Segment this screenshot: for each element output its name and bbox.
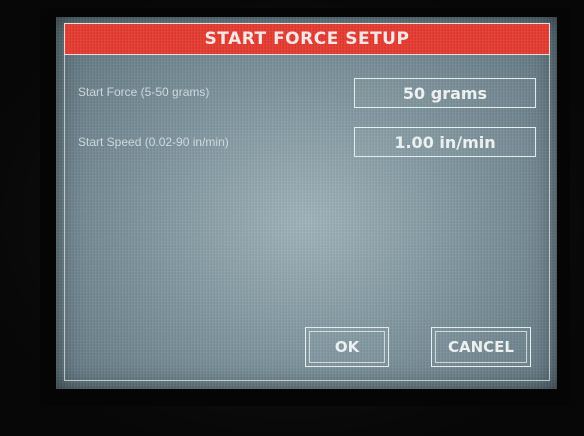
ok-button[interactable]: OK <box>305 327 389 367</box>
start-force-label: Start Force (5-50 grams) <box>78 85 210 99</box>
ok-button-label: OK <box>334 338 360 356</box>
start-force-field[interactable]: 50 grams <box>354 78 536 108</box>
cancel-button-label: CANCEL <box>448 338 514 356</box>
dialog-title: START FORCE SETUP <box>204 29 410 49</box>
start-speed-label: Start Speed (0.02-90 in/min) <box>78 135 229 149</box>
device-photo-background: START FORCE SETUP Start Force (5-50 gram… <box>0 0 584 436</box>
lcd-screen: START FORCE SETUP Start Force (5-50 gram… <box>56 17 557 389</box>
dialog-title-bar: START FORCE SETUP <box>64 23 550 55</box>
start-speed-field[interactable]: 1.00 in/min <box>354 127 536 157</box>
cancel-button[interactable]: CANCEL <box>431 327 531 367</box>
